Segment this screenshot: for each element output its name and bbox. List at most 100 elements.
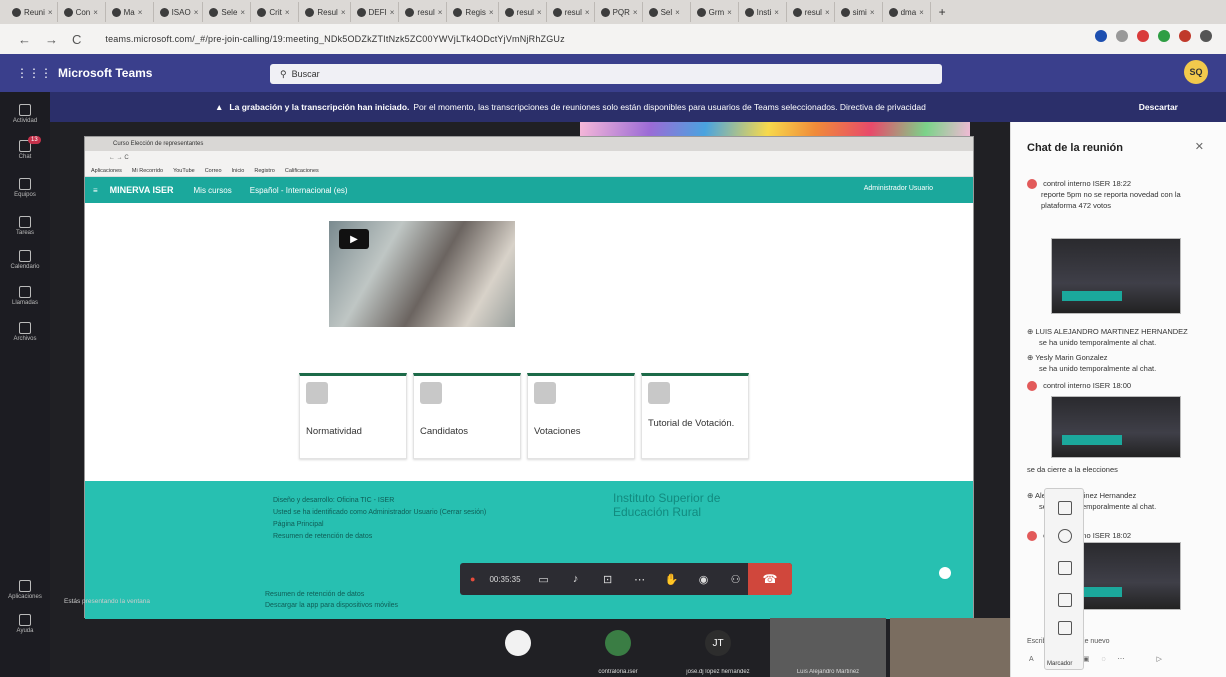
close-tab-icon[interactable]: × [285,8,290,17]
bookmark-item[interactable]: YouTube [173,168,195,174]
rail-item-actividad[interactable]: Actividad [0,104,50,124]
message-image[interactable] [1051,396,1181,458]
browser-tab[interactable]: Sel × [645,2,691,22]
browser-tab[interactable]: resul × [401,2,448,22]
participant-tile[interactable]: Luis Alejandro Martinez [770,618,886,677]
browser-tab[interactable]: resul × [789,2,835,22]
rail-item-aplicaciones[interactable]: Aplicaciones [0,580,50,600]
play-icon[interactable]: ▶ [339,229,369,249]
close-tab-icon[interactable]: × [390,8,395,17]
card-candidatos[interactable]: Candidatos [413,373,521,459]
footer-link[interactable]: Descargar la app para dispositivos móvil… [265,600,398,611]
close-tab-icon[interactable]: × [93,8,98,17]
microphone-icon[interactable]: ♪ [567,572,585,586]
rail-item-tareas[interactable]: Tareas [0,216,50,236]
browser-tab[interactable]: dma × [885,2,931,22]
menu-icon[interactable]: ≡ [93,186,98,195]
format-icon[interactable]: A [1029,656,1034,663]
close-tab-icon[interactable]: × [774,8,779,17]
bookmark-item[interactable]: Registro [254,168,274,174]
browser-tab[interactable]: Insti × [741,2,787,22]
bookmark-item[interactable]: Correo [205,168,222,174]
rail-item-equipos[interactable]: Equipos [0,178,50,198]
participant-tile[interactable] [890,618,1010,677]
message-image[interactable] [1051,238,1181,314]
site-menu-courses[interactable]: Mis cursos [194,186,232,195]
arrow-icon[interactable] [1058,593,1072,607]
close-tab-icon[interactable]: × [585,8,590,17]
browser-tab[interactable]: Resul × [301,2,351,22]
close-tab-icon[interactable]: × [633,8,638,17]
back-button[interactable]: ← [18,32,31,47]
extension-icon[interactable] [1158,30,1170,42]
hero-video-thumbnail[interactable]: ▶ [329,221,515,327]
browser-tab[interactable]: simi × [837,2,883,22]
close-tab-icon[interactable]: × [138,8,143,17]
browser-tab[interactable]: resul × [501,2,547,22]
extension-icon[interactable] [1137,30,1149,42]
share-screen-icon[interactable]: ⊡ [599,572,617,586]
bookmark-item[interactable]: Inicio [232,168,245,174]
card-normatividad[interactable]: Normatividad [299,373,407,459]
search-input[interactable]: ⚲ Buscar [270,64,942,84]
browser-tab[interactable]: Regis × [449,2,499,22]
browser-tab[interactable]: Con × [60,2,106,22]
browser-tab[interactable]: ISAO × [156,2,204,22]
camera-icon[interactable]: ▭ [535,572,553,586]
browser-tab[interactable]: DEFI × [353,2,400,22]
footer-line[interactable]: Usted se ha identificado como Administra… [273,507,486,519]
url-field[interactable]: teams.microsoft.com/_#/pre-join-calling/… [105,34,564,44]
browser-tab[interactable]: resul × [549,2,595,22]
rail-item-calendario[interactable]: Calendario [0,250,50,270]
bookmark-item[interactable]: Aplicaciones [91,168,122,174]
extension-icon[interactable] [1179,30,1191,42]
hang-up-button[interactable]: ☎ [748,563,792,595]
browser-tab[interactable]: Sele × [205,2,252,22]
close-tab-icon[interactable]: × [438,8,443,17]
participant-tile[interactable]: contraloria.iser [570,618,666,677]
dismiss-button[interactable]: Descartar [1139,102,1178,112]
footer-link[interactable]: Resumen de retención de datos [265,589,398,600]
eraser-icon[interactable] [1058,561,1072,575]
close-tab-icon[interactable]: × [919,8,924,17]
forward-button[interactable]: → [45,32,58,47]
browser-tab[interactable]: Crit × [253,2,300,22]
raise-hand-icon[interactable]: ✋ [663,572,681,586]
rail-item-archivos[interactable]: Archivos [0,322,50,342]
bookmark-item[interactable]: Calificaciones [285,168,319,174]
card-votaciones[interactable]: Votaciones [527,373,635,459]
participant-tile[interactable]: JT jose.dj lopez hernandez [670,618,766,677]
participant-tile[interactable] [470,618,566,677]
close-tab-icon[interactable]: × [675,8,680,17]
page-icon[interactable] [1058,501,1072,515]
close-tab-icon[interactable]: × [48,8,53,17]
rail-item-llamadas[interactable]: Llamadas [0,286,50,306]
app-grid-icon[interactable]: ⋮⋮⋮ [16,66,52,80]
close-tab-icon[interactable]: × [341,8,346,17]
send-icon[interactable]: ▷ [1157,655,1162,663]
bookmark-item[interactable]: Mi Recorrido [132,168,163,174]
footer-line[interactable]: Resumen de retención de datos [273,531,486,543]
extension-icon[interactable] [1095,30,1107,42]
more-icon[interactable]: ⋯ [1118,655,1125,663]
footer-line[interactable]: Página Principal [273,519,486,531]
close-icon[interactable]: ✕ [1195,140,1204,153]
close-tab-icon[interactable]: × [870,8,875,17]
participants-icon[interactable]: ⚇ [727,572,745,586]
close-tab-icon[interactable]: × [825,8,830,17]
site-user[interactable]: Administrador Usuario [864,185,933,192]
reload-button[interactable]: C [72,32,81,47]
chat-fab-icon[interactable] [939,567,951,579]
card-tutorial[interactable]: Tutorial de Votación. [641,373,749,459]
user-avatar[interactable]: SQ [1184,60,1208,84]
close-tab-icon[interactable]: × [240,8,245,17]
browser-tab[interactable]: Reuni × [8,2,58,22]
sticker-icon[interactable]: ◌ [1101,656,1105,663]
close-tab-icon[interactable]: × [537,8,542,17]
chat-icon[interactable]: ◉ [695,572,713,586]
rail-item-ayuda[interactable]: Ayuda [0,614,50,634]
star-icon[interactable] [1116,30,1128,42]
undo-icon[interactable] [1058,621,1072,635]
close-tab-icon[interactable]: × [489,8,494,17]
browser-tab[interactable]: PQR × [597,2,643,22]
